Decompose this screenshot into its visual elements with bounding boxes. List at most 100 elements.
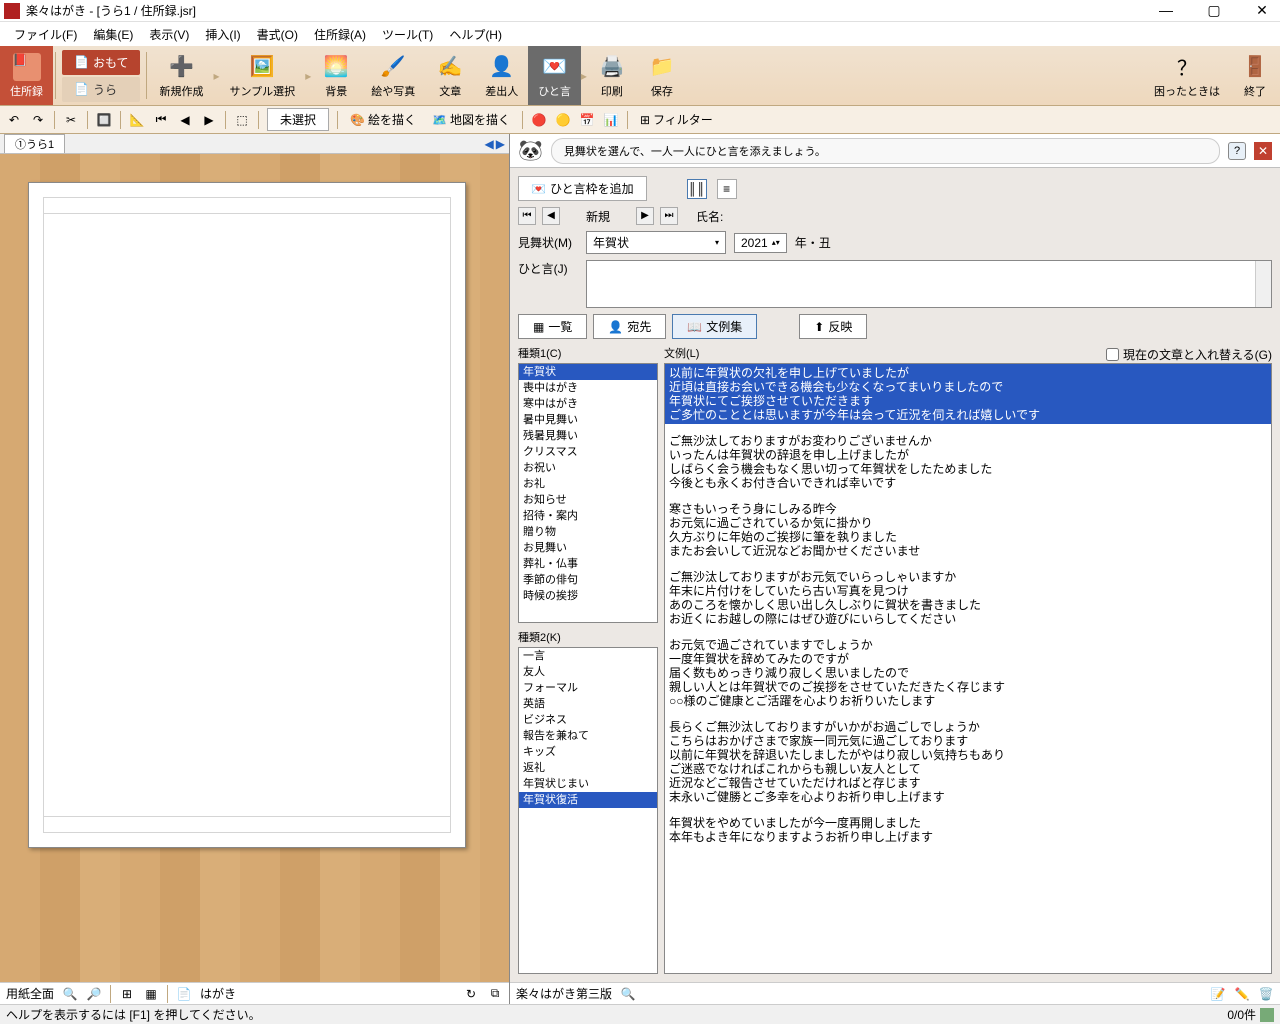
type1-item[interactable]: お礼 — [519, 476, 657, 492]
type1-item[interactable]: 年賀状 — [519, 364, 657, 380]
nav-next[interactable]: ▶ — [636, 207, 654, 225]
type1-item[interactable]: 贈り物 — [519, 524, 657, 540]
type2-item[interactable]: 英語 — [519, 696, 657, 712]
cut-icon[interactable]: ✂ — [63, 112, 79, 128]
menu-file[interactable]: ファイル(F) — [8, 24, 83, 45]
orientation-icon[interactable]: 📄 — [176, 986, 192, 1002]
first-icon[interactable]: ⏮ — [153, 112, 169, 128]
prev-icon[interactable]: ◀ — [177, 112, 193, 128]
layout-v-button[interactable]: ║║ — [687, 179, 707, 199]
type1-item[interactable]: 時候の挨拶 — [519, 588, 657, 604]
layout-h-button[interactable]: ≡ — [717, 179, 737, 199]
maximize-button[interactable]: ▢ — [1200, 2, 1228, 19]
map-button[interactable]: 🗺️地図を描く — [428, 109, 514, 130]
preview-toggle-icon[interactable]: ⧉ — [487, 986, 503, 1002]
zoom-fit-icon[interactable]: 🔲 — [96, 112, 112, 128]
example-item[interactable]: お元気で過ごされていますでしょうか一度年賀状を辞めてみたのですが届く数もめっきり… — [665, 636, 1271, 710]
scrollbar[interactable] — [1255, 261, 1271, 307]
reflect-button[interactable]: ⬆反映 — [799, 314, 867, 339]
page-setup-icon[interactable]: 📐 — [129, 112, 145, 128]
example-listbox[interactable]: 以前に年賀状の欠礼を申し上げていましたが近頃は直接お会いできる機会も少なくなって… — [664, 363, 1272, 974]
menu-format[interactable]: 書式(O) — [251, 24, 304, 45]
ribbon-sample[interactable]: 🖼️サンプル選択 — [220, 46, 306, 105]
canvas[interactable] — [0, 154, 509, 982]
menu-help[interactable]: ヘルプ(H) — [443, 24, 508, 45]
next-icon[interactable]: ▶ — [201, 112, 217, 128]
example-item[interactable]: ご無沙汰しておりますがお変わりございませんかいったんは年賀状の辞退を申し上げまし… — [665, 432, 1271, 492]
ribbon-help[interactable]: ？困ったときは — [1144, 46, 1230, 105]
nav-first[interactable]: ⏮ — [518, 207, 536, 225]
type2-item[interactable]: 返礼 — [519, 760, 657, 776]
ribbon-addressbook[interactable]: 📕 住所録 — [0, 46, 53, 105]
ribbon-text[interactable]: ✍️文章 — [425, 46, 475, 105]
panel-help-button[interactable]: ? — [1228, 142, 1246, 160]
menu-view[interactable]: 表示(V) — [143, 24, 195, 45]
example-item[interactable]: 長らくご無沙汰しておりますがいかがお過ごしでしょうかこちらはおかげさまで家族一同… — [665, 718, 1271, 806]
type1-item[interactable]: 招待・案内 — [519, 508, 657, 524]
draw-button[interactable]: 🎨絵を描く — [346, 109, 420, 130]
tab-dest[interactable]: 👤宛先 — [593, 314, 666, 339]
type2-item[interactable]: 一言 — [519, 648, 657, 664]
ribbon-ura[interactable]: 📄うら — [62, 77, 140, 102]
select-icon[interactable]: ⬚ — [234, 112, 250, 128]
redo-icon[interactable]: ↷ — [30, 112, 46, 128]
type1-item[interactable]: 残暑見舞い — [519, 428, 657, 444]
tool-b-icon[interactable]: 🟡 — [555, 112, 571, 128]
tab-prev-icon[interactable]: ◀ — [485, 137, 494, 151]
filter-button[interactable]: ⊞フィルター — [636, 109, 717, 130]
nav-prev[interactable]: ◀ — [542, 207, 560, 225]
ribbon-save[interactable]: 📁保存 — [637, 46, 687, 105]
tool-c-icon[interactable]: 📅 — [579, 112, 595, 128]
trash-icon[interactable]: 🗑️ — [1258, 986, 1274, 1002]
panel-close-button[interactable]: ✕ — [1254, 142, 1272, 160]
ribbon-hitokoto[interactable]: 💌ひと言 — [528, 46, 581, 105]
zoom-out-icon[interactable]: 🔎 — [86, 986, 102, 1002]
example-item[interactable]: 寒さもいっそう身にしみる昨今お元気に過ごされているか気に掛かり久方ぶりに年始のご… — [665, 500, 1271, 560]
year-spinner[interactable]: 2021▴▾ — [734, 233, 787, 253]
type2-listbox[interactable]: 一言友人フォーマル英語ビジネス報告を兼ねてキッズ返礼年賀状じまい年賀状復活 — [518, 647, 658, 974]
type2-item[interactable]: 友人 — [519, 664, 657, 680]
left-tab-ura1[interactable]: ①うら1 — [4, 134, 65, 153]
example-item[interactable]: ご無沙汰しておりますがお元気でいらっしゃいますか年末に片付けをしていたら古い写真… — [665, 568, 1271, 628]
close-button[interactable]: ✕ — [1248, 2, 1276, 19]
undo-icon[interactable]: ↶ — [6, 112, 22, 128]
mimai-select[interactable]: 年賀状▾ — [586, 231, 726, 254]
note-icon[interactable]: 📝 — [1210, 986, 1226, 1002]
type1-item[interactable]: 寒中はがき — [519, 396, 657, 412]
postcard-page[interactable] — [28, 182, 466, 848]
ribbon-exit[interactable]: 🚪終了 — [1230, 46, 1280, 105]
type2-item[interactable]: キッズ — [519, 744, 657, 760]
tool-d-icon[interactable]: 📊 — [603, 112, 619, 128]
replace-checkbox[interactable] — [1106, 348, 1119, 361]
grid2-icon[interactable]: ▦ — [143, 986, 159, 1002]
type2-item[interactable]: 報告を兼ねて — [519, 728, 657, 744]
ribbon-new[interactable]: ➕新規作成 — [149, 46, 213, 105]
minimize-button[interactable]: — — [1152, 2, 1180, 19]
example-item[interactable]: 以前に年賀状の欠礼を申し上げていましたが近頃は直接お会いできる機会も少なくなって… — [665, 364, 1271, 424]
zoom-in-icon[interactable]: 🔍 — [62, 986, 78, 1002]
menu-addressbook[interactable]: 住所録(A) — [308, 24, 372, 45]
nav-last[interactable]: ⏭ — [660, 207, 678, 225]
type2-item[interactable]: フォーマル — [519, 680, 657, 696]
type1-item[interactable]: 喪中はがき — [519, 380, 657, 396]
tab-next-icon[interactable]: ▶ — [496, 137, 505, 151]
type2-item[interactable]: 年賀状復活 — [519, 792, 657, 808]
type1-item[interactable]: 季節の俳句 — [519, 572, 657, 588]
type1-item[interactable]: 葬礼・仏事 — [519, 556, 657, 572]
ribbon-omote[interactable]: 📄おもて — [62, 50, 140, 75]
type1-item[interactable]: クリスマス — [519, 444, 657, 460]
tab-examples[interactable]: 📖文例集 — [672, 314, 757, 339]
rotate-cw-icon[interactable]: ↻ — [463, 986, 479, 1002]
type2-item[interactable]: ビジネス — [519, 712, 657, 728]
menu-insert[interactable]: 挿入(I) — [199, 24, 246, 45]
edit-icon[interactable]: ✏️ — [1234, 986, 1250, 1002]
tool-a-icon[interactable]: 🔴 — [531, 112, 547, 128]
add-frame-button[interactable]: 💌ひと言枠を追加 — [518, 176, 647, 201]
grid-icon[interactable]: ⊞ — [119, 986, 135, 1002]
menu-edit[interactable]: 編集(E) — [87, 24, 139, 45]
type1-listbox[interactable]: 年賀状喪中はがき寒中はがき暑中見舞い残暑見舞いクリスマスお祝いお礼お知らせ招待・… — [518, 363, 658, 623]
menu-tools[interactable]: ツール(T) — [376, 24, 439, 45]
hitokoto-textarea[interactable] — [586, 260, 1272, 308]
example-item[interactable]: 年賀状をやめていましたが今一度再開しました本年もよき年になりますようお祈り申し上… — [665, 814, 1271, 846]
type2-item[interactable]: 年賀状じまい — [519, 776, 657, 792]
